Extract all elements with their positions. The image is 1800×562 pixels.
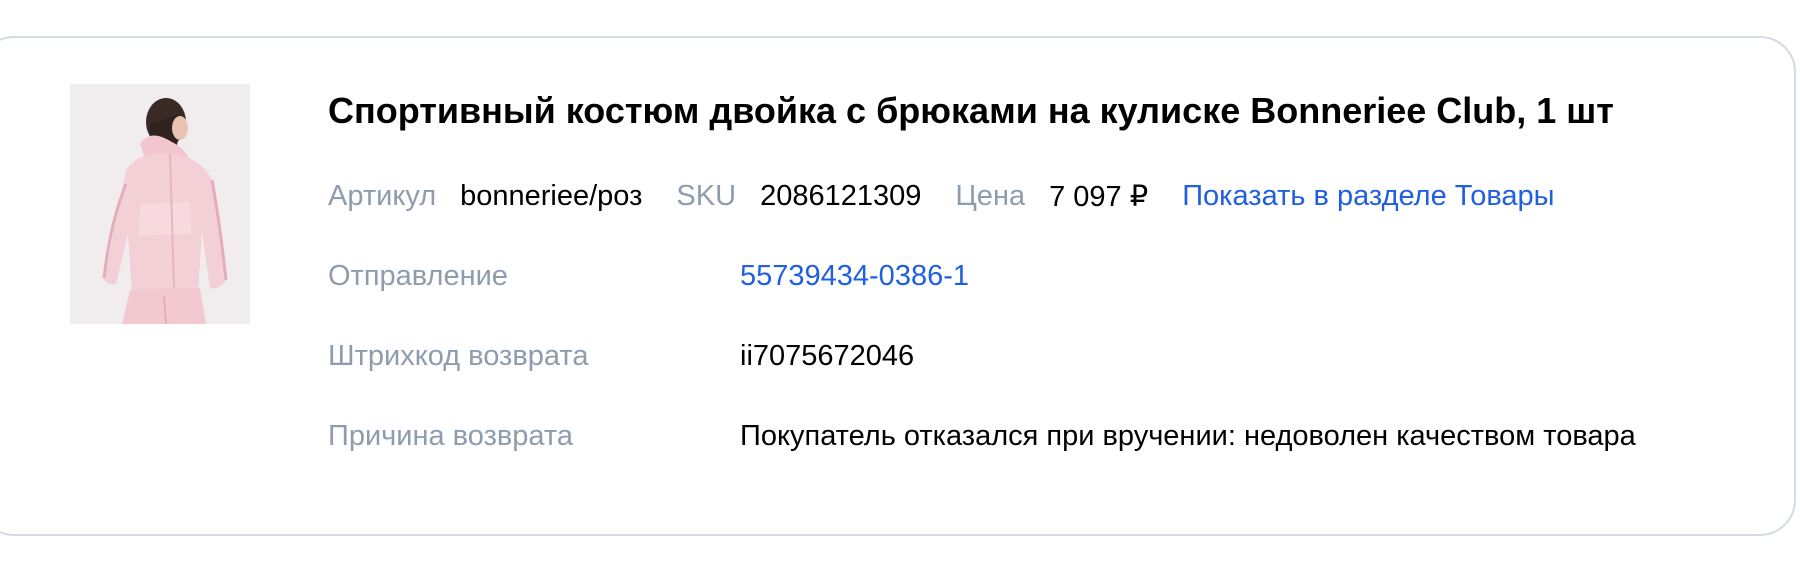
product-photo-icon (70, 84, 250, 324)
article-label: Артикул (328, 179, 437, 212)
product-title: Спортивный костюм двойка с брюками на ку… (328, 90, 1614, 131)
price-label: Цена (955, 179, 1026, 212)
price-value: 7 097 ₽ (1049, 180, 1149, 213)
product-image[interactable] (70, 84, 250, 324)
article-value: bonneriee/роз (460, 179, 643, 212)
sku-label: SKU (676, 179, 737, 212)
return-barcode-value: ii7075672046 (740, 340, 915, 372)
shipment-label: Отправление (328, 260, 508, 292)
show-in-products-link[interactable]: Показать в разделе Товары (1182, 180, 1554, 213)
return-reason-label: Причина возврата (328, 420, 573, 452)
return-barcode-label: Штрихкод возврата (328, 340, 589, 372)
shipment-link[interactable]: 55739434-0386-1 (740, 256, 969, 296)
sku-value: 2086121309 (760, 179, 922, 212)
return-reason-value: Покупатель отказался при вручении: недов… (740, 420, 1636, 452)
product-meta-row: Артикул bonneriee/роз SKU 2086121309 Цен… (328, 174, 1555, 218)
